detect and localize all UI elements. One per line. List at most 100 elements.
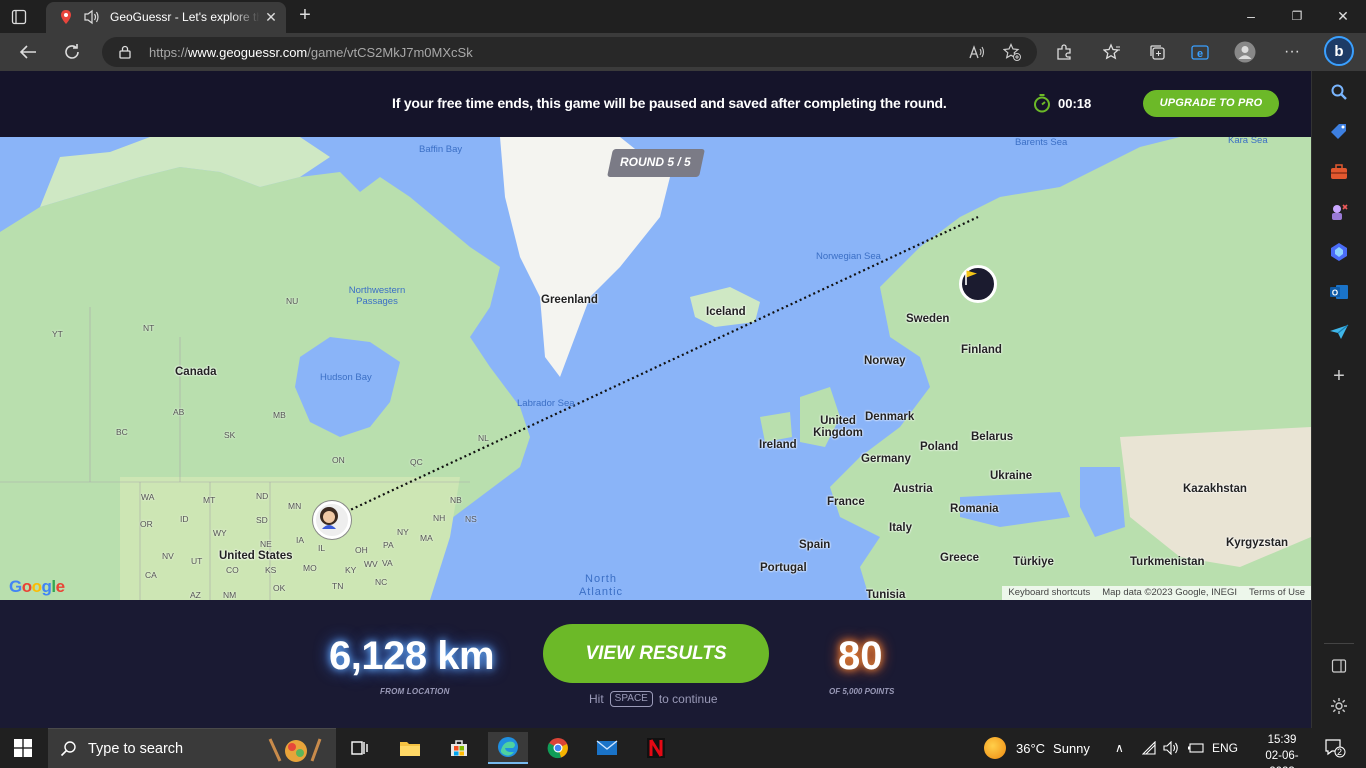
map-label-spain: Spain	[799, 539, 831, 551]
view-results-button[interactable]: VIEW RESULTS	[543, 624, 769, 683]
keyboard-shortcuts-link[interactable]: Keyboard shortcuts	[1008, 587, 1090, 599]
refresh-icon[interactable]	[61, 41, 83, 63]
weather-text: Sunny	[1053, 740, 1090, 756]
map-label-north-atlantic: North Atlantic	[578, 573, 624, 598]
edge-browser-icon[interactable]	[488, 732, 528, 764]
map-label-mb: MB	[273, 410, 286, 420]
lock-icon[interactable]	[118, 45, 132, 59]
result-map[interactable]: ROUND 5 / 5 Baffin Bay Barents Sea Kara …	[0, 137, 1311, 600]
map-label-greece: Greece	[940, 552, 980, 564]
hint-suffix: to continue	[658, 692, 718, 706]
sidebar-send-icon[interactable]	[1328, 321, 1350, 343]
geoguessr-favicon-icon	[58, 9, 74, 25]
extensions-icon[interactable]	[1053, 41, 1075, 63]
svg-text:O: O	[1332, 289, 1338, 298]
map-label-kara-sea: Kara Sea	[1228, 137, 1268, 146]
map-label-wv: WV	[364, 559, 378, 569]
battery-icon[interactable]	[1187, 728, 1205, 768]
stopwatch-icon	[1033, 93, 1051, 113]
map-label-ireland: Ireland	[759, 439, 797, 451]
profile-avatar-icon[interactable]	[1234, 41, 1256, 63]
upgrade-to-pro-button[interactable]: UPGRADE TO PRO	[1143, 90, 1279, 117]
notification-count: 2	[1337, 747, 1343, 757]
new-tab-button[interactable]: +	[295, 5, 315, 25]
chrome-icon[interactable]	[538, 732, 578, 764]
terms-of-use-link[interactable]: Terms of Use	[1249, 587, 1305, 599]
round-results-panel: 6,128 km FROM LOCATION VIEW RESULTS Hit …	[0, 600, 1311, 728]
ie-mode-icon[interactable]: e	[1189, 41, 1211, 63]
map-label-belarus: Belarus	[971, 431, 1014, 443]
map-label-tunisia: Tunisia	[866, 589, 906, 600]
sidebar-split-screen-icon[interactable]	[1328, 655, 1350, 677]
weather-temp: 36°C	[1016, 740, 1046, 756]
sidebar-search-icon[interactable]	[1328, 81, 1350, 103]
read-aloud-icon[interactable]	[968, 43, 986, 61]
address-bar[interactable]: https://www.geoguessr.com/game/vtCS2MkJ7…	[102, 37, 1037, 67]
favorites-icon[interactable]	[1101, 41, 1123, 63]
weather-widget[interactable]: 36°C Sunny	[984, 728, 1090, 768]
more-options-icon[interactable]: ···	[1281, 41, 1303, 63]
sidebar-copilot-icon[interactable]	[1328, 241, 1350, 263]
back-arrow-icon[interactable]	[17, 41, 39, 63]
round-timer: 00:18	[1058, 96, 1092, 111]
restore-button[interactable]: ❐	[1274, 0, 1320, 33]
file-explorer-icon[interactable]	[390, 732, 430, 764]
map-label-ukraine: Ukraine	[990, 470, 1033, 482]
sidebar-add-icon[interactable]: +	[1328, 365, 1350, 387]
map-label-france: France	[827, 496, 865, 508]
speaker-icon[interactable]	[83, 9, 101, 25]
mail-icon[interactable]	[587, 732, 627, 764]
sidebar-games-icon[interactable]	[1328, 201, 1350, 223]
netflix-icon[interactable]	[636, 732, 676, 764]
map-label-ma: MA	[420, 533, 433, 543]
hint-prefix: Hit	[589, 692, 604, 706]
browser-toolbar: https://www.geoguessr.com/game/vtCS2MkJ7…	[0, 33, 1366, 71]
map-attribution: Keyboard shortcuts Map data ©2023 Google…	[1002, 586, 1311, 600]
flag-icon	[965, 270, 977, 285]
tab-actions-icon[interactable]	[8, 6, 30, 28]
banner-message: If your free time ends, this game will b…	[392, 95, 947, 111]
minimize-button[interactable]: –	[1228, 0, 1274, 33]
map-label-nu: NU	[286, 296, 299, 306]
map-label-sd: SD	[256, 515, 268, 525]
map-label-labrador-sea: Labrador Sea	[517, 398, 575, 409]
network-icon[interactable]	[1142, 728, 1158, 768]
correct-location-flag-pin[interactable]	[959, 265, 997, 303]
clock-date: 02-06-2023	[1265, 750, 1299, 768]
system-clock[interactable]: 15:39 02-06-2023	[1256, 732, 1308, 768]
map-label-ks: KS	[265, 565, 277, 575]
url-text[interactable]: https://www.geoguessr.com/game/vtCS2MkJ7…	[149, 45, 473, 60]
collections-icon[interactable]	[1146, 41, 1168, 63]
browser-tab-geoguessr[interactable]: GeoGuessr - Let's explore the world! ✕	[46, 2, 286, 33]
map-label-nm: NM	[223, 590, 237, 600]
add-favorite-icon[interactable]	[1003, 43, 1021, 61]
search-icon	[60, 740, 78, 758]
bing-chat-icon[interactable]: b	[1324, 36, 1354, 66]
space-key-badge: SPACE	[609, 691, 653, 707]
map-label-kazakhstan: Kazakhstan	[1183, 483, 1247, 495]
window-close-button[interactable]: ✕	[1320, 0, 1366, 33]
map-label-nh: NH	[433, 513, 446, 523]
task-view-icon[interactable]	[340, 732, 380, 764]
guess-avatar-pin[interactable]	[313, 501, 351, 539]
sidebar-outlook-icon[interactable]: O	[1328, 281, 1350, 303]
map-label-pa: PA	[383, 540, 394, 550]
notification-center-icon[interactable]: 2	[1324, 728, 1346, 768]
taskbar-search-box[interactable]: Type to search	[48, 728, 336, 768]
map-label-ut: UT	[191, 556, 203, 566]
hidden-icons-chevron-icon[interactable]: ∧	[1115, 728, 1124, 768]
map-label-northwestern-passages: Northwestern Passages	[348, 285, 406, 307]
map-label-yt: YT	[52, 329, 63, 339]
language-indicator[interactable]: ENG	[1212, 728, 1238, 768]
sidebar-tools-icon[interactable]	[1328, 161, 1350, 183]
tab-close-icon[interactable]: ✕	[262, 8, 280, 26]
sidebar-shopping-tag-icon[interactable]	[1328, 121, 1350, 143]
sidebar-settings-gear-icon[interactable]	[1328, 695, 1350, 717]
map-label-mo: MO	[303, 563, 317, 573]
map-label-turkmenistan: Turkmenistan	[1130, 556, 1205, 568]
volume-icon[interactable]	[1163, 728, 1181, 768]
map-label-norwegian-sea: Norwegian Sea	[816, 251, 881, 262]
microsoft-store-icon[interactable]	[439, 732, 479, 764]
windows-start-icon[interactable]	[14, 739, 32, 757]
map-label-nl: NL	[478, 433, 489, 443]
